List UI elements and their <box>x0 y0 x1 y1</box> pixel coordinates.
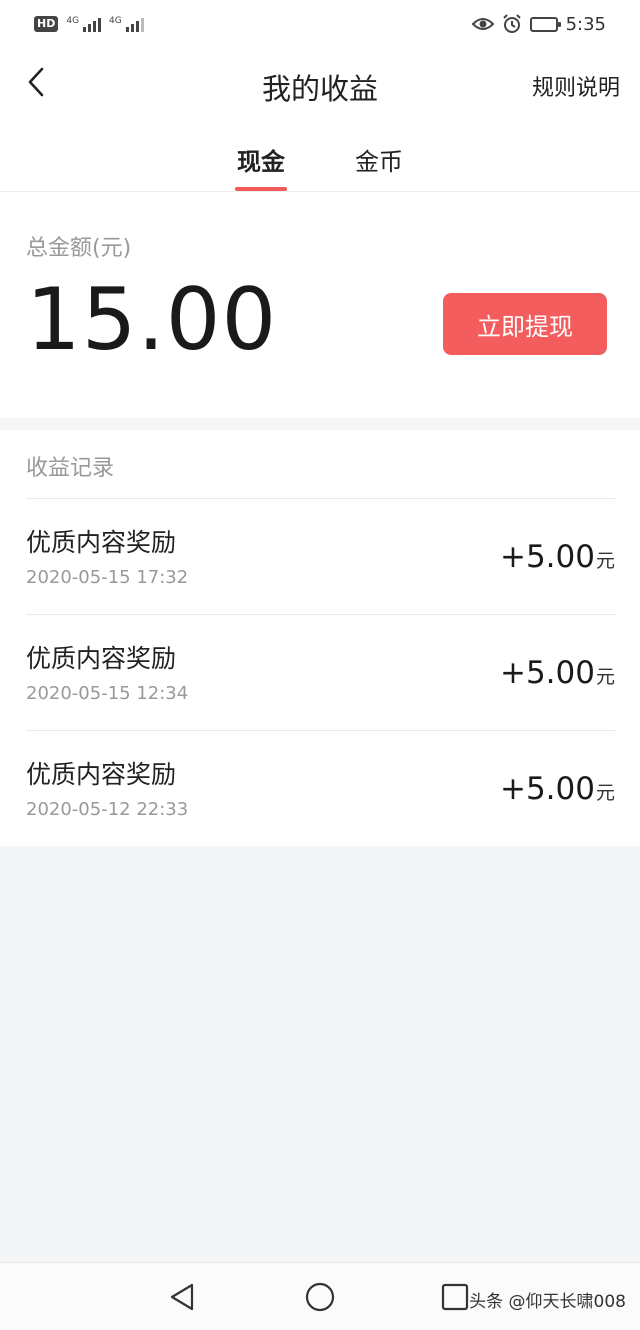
alarm-icon <box>502 14 521 33</box>
eye-icon <box>471 18 494 30</box>
record-time: 2020-05-15 17:32 <box>26 567 189 588</box>
balance-card: 总金额(元) 15.00 立即提现 <box>0 192 640 418</box>
home-circle-icon <box>305 1282 335 1312</box>
balance-label: 总金额(元) <box>26 236 132 261</box>
back-button[interactable] <box>16 62 56 102</box>
status-left: HD 4G 4G <box>34 16 144 32</box>
record-time: 2020-05-12 22:33 <box>26 799 189 820</box>
tab-bar: 现金 金币 <box>0 122 640 192</box>
record-amount-unit: 元 <box>595 782 615 804</box>
record-amount-value: +5.00 <box>499 539 595 575</box>
record-time: 2020-05-15 12:34 <box>26 683 189 704</box>
status-bar: HD 4G 4G 5:35 <box>0 0 640 48</box>
record-row[interactable]: 优质内容奖励 2020-05-12 22:33 +5.00 元 <box>26 730 615 846</box>
record-amount: +5.00 元 <box>500 771 615 807</box>
record-amount: +5.00 元 <box>500 655 615 691</box>
navigation-bar: 我的收益 规则说明 <box>0 48 640 122</box>
signal-sim1-icon: 4G <box>66 16 102 32</box>
record-title: 优质内容奖励 <box>26 644 177 673</box>
record-amount-value: +5.00 <box>499 655 595 691</box>
record-title: 优质内容奖励 <box>26 528 177 557</box>
recents-square-icon <box>441 1283 469 1311</box>
back-triangle-icon <box>170 1283 194 1311</box>
balance-amount: 15.00 <box>26 270 278 370</box>
status-right: 5:35 <box>471 13 606 35</box>
watermark: 头条 @仰天长啸008 <box>469 1292 626 1312</box>
earnings-page: HD 4G 4G 5:35 我的收益 规则说明 现金 金币 总金额(元) 15.… <box>0 0 640 1330</box>
earnings-records: 收益记录 优质内容奖励 2020-05-15 17:32 +5.00 元 优质内… <box>0 430 640 846</box>
status-time: 5:35 <box>565 13 606 35</box>
record-row[interactable]: 优质内容奖励 2020-05-15 17:32 +5.00 元 <box>26 498 615 614</box>
record-amount-unit: 元 <box>595 666 615 688</box>
record-amount-unit: 元 <box>595 550 615 572</box>
sim2-network-label: 4G <box>109 16 122 26</box>
sim1-network-label: 4G <box>66 16 80 26</box>
tab-cash[interactable]: 现金 <box>235 122 287 191</box>
system-back-button[interactable] <box>162 1277 202 1317</box>
record-amount-value: +5.00 <box>499 771 595 807</box>
tab-coins[interactable]: 金币 <box>353 122 405 191</box>
rules-link[interactable]: 规则说明 <box>532 70 620 102</box>
record-title: 优质内容奖励 <box>26 760 177 789</box>
battery-icon <box>529 16 561 32</box>
record-amount: +5.00 元 <box>500 539 615 575</box>
hd-badge: HD <box>34 16 59 32</box>
record-row[interactable]: 优质内容奖励 2020-05-15 12:34 +5.00 元 <box>26 614 615 730</box>
chevron-left-icon <box>28 67 44 97</box>
records-header: 收益记录 <box>26 456 115 481</box>
signal-sim2-icon: 4G <box>109 16 144 32</box>
records-list: 优质内容奖励 2020-05-15 17:32 +5.00 元 优质内容奖励 2… <box>26 498 615 846</box>
withdraw-button[interactable]: 立即提现 <box>443 293 607 355</box>
system-navigation-bar: 头条 @仰天长啸008 <box>0 1262 640 1330</box>
system-home-button[interactable] <box>300 1277 340 1317</box>
